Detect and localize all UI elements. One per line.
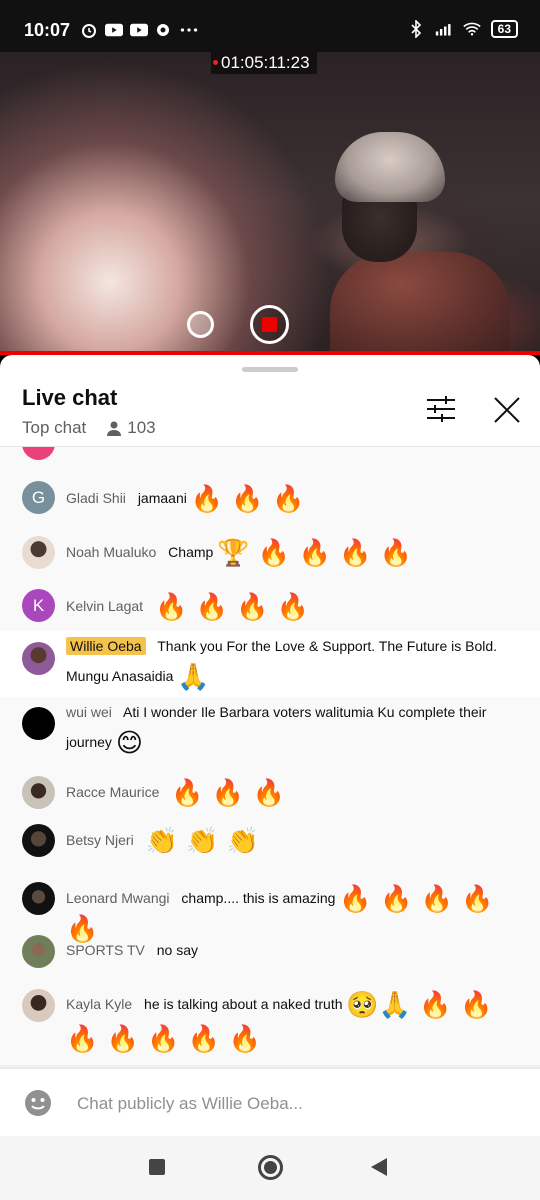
wifi-icon — [462, 21, 481, 37]
recents-button[interactable] — [149, 1159, 165, 1175]
battery-icon: 63 — [490, 20, 518, 38]
chat-author: wui wei — [66, 704, 112, 720]
chat-author: Racce Maurice — [66, 784, 160, 800]
chat-message[interactable]: Leonard Mwangi champ.... this is amazing… — [0, 877, 540, 944]
chat-input-row: Chat publicly as Willie Oeba... — [0, 1068, 540, 1136]
recording-dot-icon — [213, 60, 218, 65]
status-right-icons: 63 — [407, 20, 518, 38]
avatar — [22, 707, 55, 740]
chat-message[interactable]: G Gladi Shii jamaani 🔥 🔥 🔥 — [0, 473, 540, 523]
smile-emoji-icon: 😊 — [115, 728, 143, 759]
chat-author: SPORTS TV — [66, 942, 145, 958]
viewer-count-value: 103 — [127, 418, 156, 437]
chat-text: he is talking about a naked truth — [144, 996, 343, 1012]
recording-timer: 01:05:11:23 — [211, 52, 317, 74]
video-person-body — [330, 252, 510, 355]
chat-input[interactable]: Chat publicly as Willie Oeba... — [77, 1094, 303, 1114]
person-icon — [107, 421, 122, 436]
chat-message[interactable]: SPORTS TV no say — [0, 931, 540, 977]
fire-emoji-icon: 🔥 🔥 🔥 — [171, 778, 285, 809]
pray-emoji-icon: 🙏 — [177, 662, 210, 693]
chat-text: no say — [156, 942, 198, 958]
clap-emoji-icon: 👏 👏 👏 — [145, 826, 260, 857]
avatar — [22, 989, 55, 1022]
chat-message-owner[interactable]: Willie Oeba Thank you For the Love & Sup… — [0, 631, 540, 697]
chat-author: Gladi Shii — [66, 490, 126, 506]
home-button[interactable] — [258, 1155, 283, 1180]
chat-author: Noah Mualuko — [66, 544, 157, 560]
tune-icon — [427, 396, 455, 422]
live-chat-title: Live chat — [22, 385, 118, 410]
status-bar: 10:07 63 — [0, 0, 540, 52]
chat-message[interactable]: Noah Mualuko Champ 🏆 🔥 🔥 🔥 🔥 — [0, 527, 540, 579]
chat-author: Betsy Njeri — [66, 832, 134, 848]
system-nav-bar — [0, 1136, 540, 1200]
avatar: G — [22, 481, 55, 514]
youtube-icon — [105, 22, 123, 38]
chat-message[interactable]: Betsy Njeri 👏 👏 👏 — [0, 821, 540, 871]
live-video[interactable]: 01:05:11:23 — [0, 52, 540, 355]
chat-author: Leonard Mwangi — [66, 890, 170, 906]
drag-handle[interactable] — [242, 367, 298, 372]
avatar — [22, 882, 55, 915]
chat-message-list[interactable]: G Gladi Shii jamaani 🔥 🔥 🔥 Noah Mualuko … — [0, 447, 540, 1067]
chat-message[interactable]: Racce Maurice 🔥 🔥 🔥 — [0, 767, 540, 821]
camera-switch-button[interactable] — [187, 311, 214, 338]
chat-message[interactable]: K Kelvin Lagat 🔥 🔥 🔥 🔥 — [0, 581, 540, 633]
avatar — [22, 447, 55, 460]
youtube-icon — [130, 22, 148, 38]
stop-icon — [262, 317, 277, 332]
signal-icon — [435, 21, 453, 37]
chat-text: jamaani — [137, 490, 187, 506]
chat-message[interactable]: wui wei Ati I wonder Ile Barbara voters … — [0, 697, 540, 761]
video-person-headwrap — [335, 132, 445, 202]
fire-emoji-icon: 🔥 🔥 🔥 — [190, 484, 305, 515]
notification-icon — [155, 22, 173, 38]
avatar — [22, 935, 55, 968]
chat-text: Champ — [168, 544, 214, 560]
live-chat-subtitle: Top chat 103 — [22, 418, 156, 438]
owner-badge: Willie Oeba — [66, 637, 146, 655]
back-button[interactable] — [371, 1158, 387, 1176]
live-chat-panel: Live chat Top chat 103 G Gladi Shii jama… — [0, 355, 540, 1135]
avatar: K — [22, 589, 55, 622]
smiley-icon — [25, 1090, 51, 1116]
filter-button[interactable] — [424, 395, 458, 423]
close-button[interactable] — [490, 393, 524, 427]
chat-mode-selector[interactable]: Top chat — [22, 418, 86, 438]
chat-message[interactable]: Kayla Kyle he is talking about a naked t… — [0, 979, 540, 1059]
chat-author: Kayla Kyle — [66, 996, 133, 1012]
more-icon — [180, 22, 198, 38]
avatar — [22, 642, 55, 675]
alarm-icon — [80, 22, 98, 38]
avatar — [22, 776, 55, 809]
stop-stream-button[interactable] — [250, 305, 289, 344]
home-icon — [264, 1161, 277, 1174]
status-time: 10:07 — [24, 20, 71, 40]
bluetooth-icon — [407, 20, 425, 38]
emoji-picker-button[interactable] — [24, 1089, 52, 1117]
avatar — [22, 824, 55, 857]
recording-time: 01:05:11:23 — [221, 53, 310, 72]
trophy-fire-emoji-icon: 🏆 🔥 🔥 🔥 🔥 — [217, 538, 413, 569]
close-icon — [494, 397, 520, 423]
chat-author: Kelvin Lagat — [66, 598, 144, 614]
chat-text: champ.... this is amazing — [181, 890, 336, 906]
fire-emoji-icon: 🔥 🔥 🔥 🔥 — [154, 592, 310, 623]
avatar — [22, 536, 55, 569]
viewer-count: 103 — [106, 418, 156, 438]
status-left-icons — [80, 22, 198, 38]
